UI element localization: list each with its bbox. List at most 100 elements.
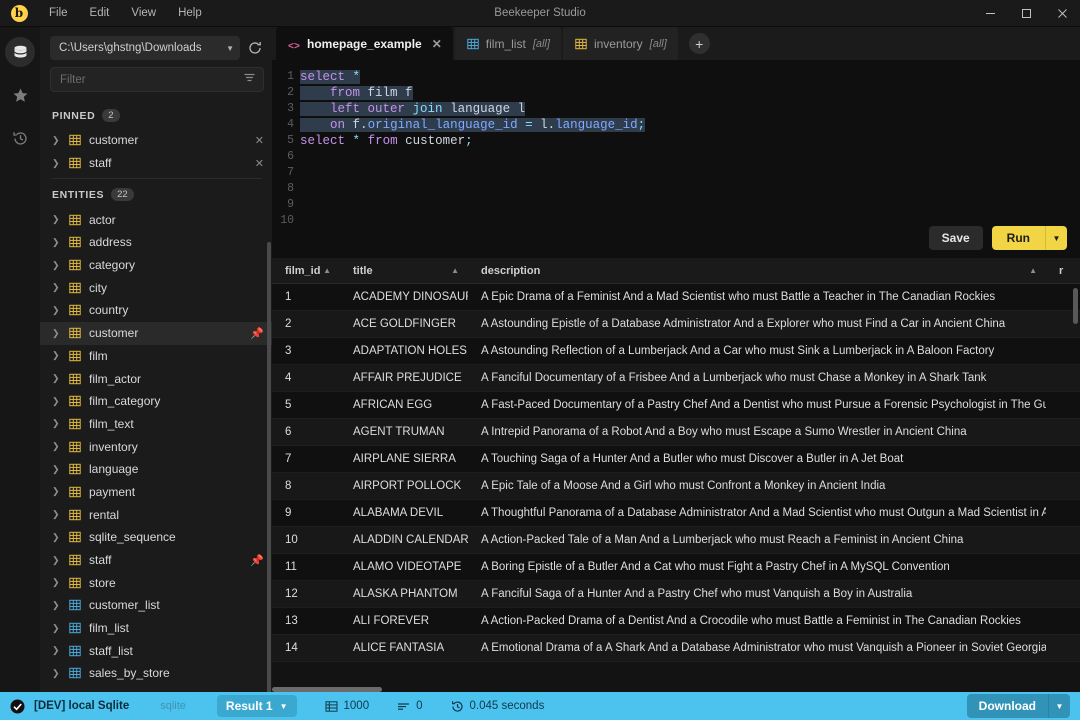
chevron-right-icon[interactable]: ❯ — [52, 464, 69, 475]
entity-item-film-list[interactable]: ❯ film_list — [40, 617, 272, 640]
cell-film-id[interactable]: 13 — [272, 615, 340, 627]
sidebar-scrollbar[interactable] — [267, 242, 271, 702]
tab-inventory[interactable]: inventory [all] — [563, 27, 678, 60]
run-options-chevron-down-icon[interactable]: ▼ — [1045, 226, 1067, 250]
table-row[interactable]: 14ALICE FANTASIAA Emotional Drama of a A… — [272, 635, 1080, 662]
entity-item-film-text[interactable]: ❯ film_text — [40, 413, 272, 436]
cell-film-id[interactable]: 9 — [272, 507, 340, 519]
cell-title[interactable]: ALABAMA DEVIL — [340, 507, 468, 519]
table-row[interactable]: 12ALASKA PHANTOMA Fanciful Saga of a Hun… — [272, 581, 1080, 608]
cell-film-id[interactable]: 7 — [272, 453, 340, 465]
entity-item-actor[interactable]: ❯ actor — [40, 208, 272, 231]
cell-film-id[interactable]: 12 — [272, 588, 340, 600]
pinned-item-staff[interactable]: ❯ staff ✕ — [40, 152, 272, 175]
entity-item-customer[interactable]: ❯ customer📌 — [40, 322, 272, 345]
history-icon[interactable] — [5, 123, 35, 153]
entity-item-address[interactable]: ❯ address — [40, 231, 272, 254]
chevron-right-icon[interactable]: ❯ — [52, 600, 69, 611]
close-icon[interactable] — [1044, 0, 1080, 27]
result-selector[interactable]: Result 1 ▼ — [217, 695, 297, 717]
refresh-icon[interactable] — [246, 41, 264, 55]
chevron-right-icon[interactable]: ❯ — [52, 158, 69, 169]
maximize-icon[interactable] — [1008, 0, 1044, 27]
sql-editor[interactable]: 1select * 2 from film f 3 left outer joi… — [272, 60, 1080, 258]
table-row[interactable]: 10ALADDIN CALENDARA Action-Packed Tale o… — [272, 527, 1080, 554]
table-row[interactable]: 6AGENT TRUMANA Intrepid Panorama of a Ro… — [272, 419, 1080, 446]
results-body[interactable]: 1ACADEMY DINOSAURA Epic Drama of a Femin… — [272, 284, 1080, 692]
cell-film-id[interactable]: 1 — [272, 291, 340, 303]
chevron-right-icon[interactable]: ❯ — [52, 645, 69, 656]
download-options-chevron-down-icon[interactable]: ▼ — [1048, 694, 1070, 718]
run-button[interactable]: Run — [992, 226, 1045, 250]
chevron-right-icon[interactable]: ❯ — [52, 328, 69, 339]
chevron-right-icon[interactable]: ❯ — [52, 623, 69, 634]
chevron-right-icon[interactable]: ❯ — [52, 260, 69, 271]
column-header-description[interactable]: description ▲ — [468, 265, 1046, 277]
cell-description[interactable]: A Fanciful Documentary of a Frisbee And … — [468, 372, 1046, 384]
cell-film-id[interactable]: 4 — [272, 372, 340, 384]
cell-title[interactable]: AIRPLANE SIERRA — [340, 453, 468, 465]
chevron-right-icon[interactable]: ❯ — [52, 373, 69, 384]
sort-asc-icon[interactable]: ▲ — [323, 266, 340, 275]
pinned-item-customer[interactable]: ❯ customer ✕ — [40, 129, 272, 152]
entities-list[interactable]: ❯ actor❯ address❯ category❯ city❯ countr… — [40, 208, 272, 692]
database-path-select[interactable]: C:\Users\ghstng\Downloads ▼ — [50, 36, 240, 60]
entity-item-sqlite-sequence[interactable]: ❯ sqlite_sequence — [40, 526, 272, 549]
chevron-right-icon[interactable]: ❯ — [52, 396, 69, 407]
cell-title[interactable]: ACE GOLDFINGER — [340, 318, 468, 330]
entity-item-payment[interactable]: ❯ payment — [40, 481, 272, 504]
cell-film-id[interactable]: 10 — [272, 534, 340, 546]
cell-description[interactable]: A Touching Saga of a Hunter And a Butler… — [468, 453, 1046, 465]
cell-title[interactable]: ALASKA PHANTOM — [340, 588, 468, 600]
cell-title[interactable]: ALADDIN CALENDAR — [340, 534, 468, 546]
chevron-right-icon[interactable]: ❯ — [52, 214, 69, 225]
cell-description[interactable]: A Astounding Reflection of a Lumberjack … — [468, 345, 1046, 357]
column-header-partial[interactable]: r — [1046, 265, 1080, 277]
table-row[interactable]: 9ALABAMA DEVILA Thoughtful Panorama of a… — [272, 500, 1080, 527]
column-header-film-id[interactable]: film_id ▲ — [272, 265, 340, 277]
chevron-right-icon[interactable]: ❯ — [52, 668, 69, 679]
table-row[interactable]: 11ALAMO VIDEOTAPEA Boring Epistle of a B… — [272, 554, 1080, 581]
entity-item-city[interactable]: ❯ city — [40, 276, 272, 299]
tab-homepage-example[interactable]: <> homepage_example ✕ — [276, 27, 453, 60]
table-row[interactable]: 3ADAPTATION HOLESA Astounding Reflection… — [272, 338, 1080, 365]
unpin-close-icon[interactable]: ✕ — [249, 134, 264, 147]
column-header-title[interactable]: title ▲ — [340, 265, 468, 277]
tab-film-list[interactable]: film_list [all] — [455, 27, 561, 60]
chevron-right-icon[interactable]: ❯ — [52, 555, 69, 566]
cell-film-id[interactable]: 3 — [272, 345, 340, 357]
entity-item-film[interactable]: ❯ film — [40, 345, 272, 368]
entity-item-customer-list[interactable]: ❯ customer_list — [40, 594, 272, 617]
chevron-right-icon[interactable]: ❯ — [52, 305, 69, 316]
table-row[interactable]: 8AIRPORT POLLOCKA Epic Tale of a Moose A… — [272, 473, 1080, 500]
cell-description[interactable]: A Action-Packed Tale of a Man And a Lumb… — [468, 534, 1046, 546]
unpin-close-icon[interactable]: ✕ — [249, 157, 264, 170]
entity-item-staff[interactable]: ❯ staff📌 — [40, 549, 272, 572]
entity-item-rental[interactable]: ❯ rental — [40, 503, 272, 526]
cell-title[interactable]: ADAPTATION HOLES — [340, 345, 468, 357]
minimize-icon[interactable] — [972, 0, 1008, 27]
save-button[interactable]: Save — [929, 226, 983, 250]
chevron-right-icon[interactable]: ❯ — [52, 350, 69, 361]
entity-item-country[interactable]: ❯ country — [40, 299, 272, 322]
entity-item-sales-by-store[interactable]: ❯ sales_by_store — [40, 662, 272, 685]
table-row[interactable]: 13ALI FOREVERA Action-Packed Drama of a … — [272, 608, 1080, 635]
menu-view[interactable]: View — [120, 3, 167, 23]
table-row[interactable]: 7AIRPLANE SIERRAA Touching Saga of a Hun… — [272, 446, 1080, 473]
cell-description[interactable]: A Epic Tale of a Moose And a Girl who mu… — [468, 480, 1046, 492]
database-icon[interactable] — [5, 37, 35, 67]
menu-help[interactable]: Help — [167, 3, 213, 23]
entity-item-category[interactable]: ❯ category — [40, 254, 272, 277]
cell-film-id[interactable]: 2 — [272, 318, 340, 330]
table-row[interactable]: 5AFRICAN EGGA Fast-Paced Documentary of … — [272, 392, 1080, 419]
cell-description[interactable]: A Fanciful Saga of a Hunter And a Pastry… — [468, 588, 1046, 600]
cell-title[interactable]: AFFAIR PREJUDICE — [340, 372, 468, 384]
cell-title[interactable]: ALI FOREVER — [340, 615, 468, 627]
cell-title[interactable]: ALAMO VIDEOTAPE — [340, 561, 468, 573]
cell-description[interactable]: A Epic Drama of a Feminist And a Mad Sci… — [468, 291, 1046, 303]
cell-title[interactable]: AIRPORT POLLOCK — [340, 480, 468, 492]
cell-film-id[interactable]: 11 — [272, 561, 340, 573]
cell-film-id[interactable]: 8 — [272, 480, 340, 492]
table-row[interactable]: 4AFFAIR PREJUDICEA Fanciful Documentary … — [272, 365, 1080, 392]
download-button[interactable]: Download — [967, 694, 1048, 718]
